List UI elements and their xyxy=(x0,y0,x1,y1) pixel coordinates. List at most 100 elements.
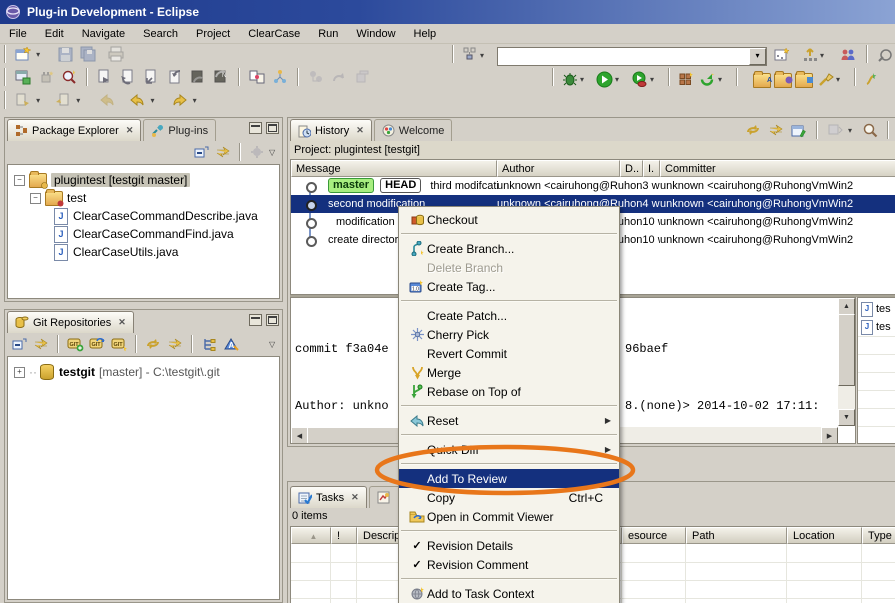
coverage-button[interactable] xyxy=(677,70,695,88)
commit-files-panel[interactable]: J tes J tes xyxy=(857,297,895,444)
doc-convert-icon-3[interactable] xyxy=(142,68,160,86)
view-menu-icon[interactable]: ▽ xyxy=(269,148,278,157)
filter-dropdown-icon[interactable]: ▾ xyxy=(848,126,857,135)
maximize-view-icon[interactable] xyxy=(266,314,279,326)
column-header-location[interactable]: Location xyxy=(787,527,862,544)
create-repository-icon[interactable]: GIT xyxy=(110,335,128,353)
debug-button[interactable] xyxy=(561,70,579,88)
column-header-type[interactable]: Type xyxy=(862,527,895,544)
menu-item-cherry-pick[interactable]: Cherry Pick xyxy=(399,325,619,344)
title-bar[interactable]: Plug-in Development - Eclipse xyxy=(0,0,895,24)
doc-convert-icon-4[interactable] xyxy=(166,68,184,86)
doc-convert-icon-2[interactable] xyxy=(119,68,137,86)
push-dropdown-icon[interactable]: ▾ xyxy=(820,51,829,60)
molecule-icon[interactable] xyxy=(271,68,289,86)
history-row-1[interactable]: master HEAD third modifcation unknown <c… xyxy=(291,177,895,195)
plugin-artifact-button[interactable] xyxy=(37,68,55,86)
menu-item-delete-branch[interactable]: Delete Branch xyxy=(399,258,619,277)
menu-item-add-to-review[interactable]: Add To Review xyxy=(399,469,619,488)
column-header-id[interactable]: I. xyxy=(643,160,660,177)
commit-file-item[interactable]: J tes xyxy=(861,318,891,336)
link-with-selection-icon[interactable] xyxy=(166,335,184,353)
tab-welcome[interactable]: Welcome xyxy=(374,119,453,141)
prev-annotation-dropdown-icon[interactable]: ▾ xyxy=(76,96,85,105)
commit-file-item[interactable]: J tes xyxy=(861,300,891,318)
minimize-view-icon[interactable] xyxy=(249,122,262,134)
tab-package-explorer[interactable]: Package Explorer ✕ xyxy=(7,119,141,141)
tab-plugins[interactable]: Plug-ins xyxy=(143,119,216,141)
menu-file[interactable]: File xyxy=(0,26,36,42)
menu-item-revert-commit[interactable]: Revert Commit xyxy=(399,344,619,363)
filter-icon[interactable] xyxy=(826,121,844,139)
back-button[interactable] xyxy=(128,91,146,109)
clone-repository-icon[interactable]: GIT xyxy=(88,335,106,353)
add-repository-icon[interactable]: GIT xyxy=(66,335,84,353)
search-icon[interactable] xyxy=(861,121,879,139)
push-icon[interactable] xyxy=(801,46,819,64)
link-with-editor-icon[interactable] xyxy=(767,121,785,139)
scroll-down-icon[interactable]: ▼ xyxy=(838,409,855,426)
new-plugin-project-button[interactable] xyxy=(14,68,32,86)
plugin-search-button[interactable] xyxy=(60,68,78,86)
tree-item-file[interactable]: J ClearCaseCommandDescribe.java xyxy=(54,207,258,225)
tree-item-repository[interactable]: + ·· testgit [master] - C:\testgit\.git xyxy=(14,363,220,381)
menu-item-reset[interactable]: Reset ▶ xyxy=(399,411,619,430)
hierarchy-layout-icon[interactable] xyxy=(200,335,218,353)
format-brush-icon[interactable] xyxy=(817,70,835,88)
debug-dropdown-icon[interactable]: ▾ xyxy=(580,75,589,84)
last-edit-location-button[interactable] xyxy=(98,91,116,109)
repository-name[interactable]: testgit xyxy=(59,365,95,379)
compare-mode-icon[interactable] xyxy=(790,121,808,139)
save-button[interactable] xyxy=(56,45,74,63)
commit-group-icon[interactable] xyxy=(461,46,479,64)
doc-convert-icon-5[interactable] xyxy=(189,68,207,86)
save-all-button[interactable] xyxy=(79,45,97,63)
vertical-scrollbar[interactable]: ▲ ▼ xyxy=(838,298,855,426)
tree-item-project[interactable]: − plugintest [testgit master] xyxy=(14,171,190,189)
tree-item-folder[interactable]: − test xyxy=(30,189,86,207)
quick-access-combo[interactable]: ▾ xyxy=(497,47,767,66)
next-annotation-button[interactable] xyxy=(14,91,32,109)
menu-project[interactable]: Project xyxy=(187,26,239,42)
tree-item-file[interactable]: J ClearCaseCommandFind.java xyxy=(54,225,234,243)
scroll-right-icon[interactable]: ▶ xyxy=(821,427,838,444)
collapse-expander-icon[interactable]: − xyxy=(30,193,41,204)
menu-item-open-commit-viewer[interactable]: Open in Commit Viewer xyxy=(399,507,619,526)
table-wizard-icon[interactable] xyxy=(773,46,791,64)
tab-history[interactable]: History ✕ xyxy=(290,119,372,141)
filters-icon[interactable] xyxy=(248,143,266,161)
collapse-expander-icon[interactable]: − xyxy=(14,175,25,186)
tab-git-repositories[interactable]: Git Repositories ✕ xyxy=(7,311,134,333)
forward-button[interactable] xyxy=(171,91,189,109)
grayed-tool-icon-1[interactable] xyxy=(307,68,325,86)
tree-item-file[interactable]: J ClearCaseUtils.java xyxy=(54,243,178,261)
doc-convert-icon-6[interactable]: N xyxy=(212,68,230,86)
refresh-icon[interactable] xyxy=(744,121,762,139)
menu-item-add-to-task-context[interactable]: Add to Task Context xyxy=(399,584,619,603)
column-header-message[interactable]: Message xyxy=(291,160,497,177)
package-explorer-tree[interactable]: − plugintest [testgit master] − test J C… xyxy=(7,164,280,299)
external-tools-button[interactable] xyxy=(630,70,648,88)
menu-navigate[interactable]: Navigate xyxy=(73,26,134,42)
refresh-run-button[interactable] xyxy=(698,70,716,88)
new-wizard-dropdown-icon[interactable]: ▾ xyxy=(36,50,45,59)
branch-name-icon[interactable]: A xyxy=(222,335,240,353)
open-resource-folder-icon[interactable] xyxy=(774,71,792,89)
menu-item-quick-diff[interactable]: Quick Diff ▶ xyxy=(399,440,619,459)
close-tab-icon[interactable]: ✕ xyxy=(126,125,134,136)
run-dropdown-icon[interactable]: ▾ xyxy=(615,75,624,84)
column-header-priority[interactable]: ! xyxy=(331,527,357,544)
collapse-all-icon[interactable] xyxy=(192,143,210,161)
open-type-folder-icon[interactable]: A xyxy=(753,71,771,89)
external-tools-dropdown-icon[interactable]: ▾ xyxy=(650,75,659,84)
menu-edit[interactable]: Edit xyxy=(36,26,73,42)
format-brush-dropdown-icon[interactable]: ▾ xyxy=(836,75,845,84)
menu-search[interactable]: Search xyxy=(134,26,187,42)
run-button[interactable] xyxy=(595,70,613,88)
grayed-tool-icon-3[interactable] xyxy=(353,68,371,86)
folder-label[interactable]: test xyxy=(67,191,86,205)
print-button[interactable] xyxy=(107,45,125,63)
compare-docs-icon[interactable] xyxy=(248,68,266,86)
team-icon[interactable] xyxy=(839,46,857,64)
next-annotation-dropdown-icon[interactable]: ▾ xyxy=(36,96,45,105)
